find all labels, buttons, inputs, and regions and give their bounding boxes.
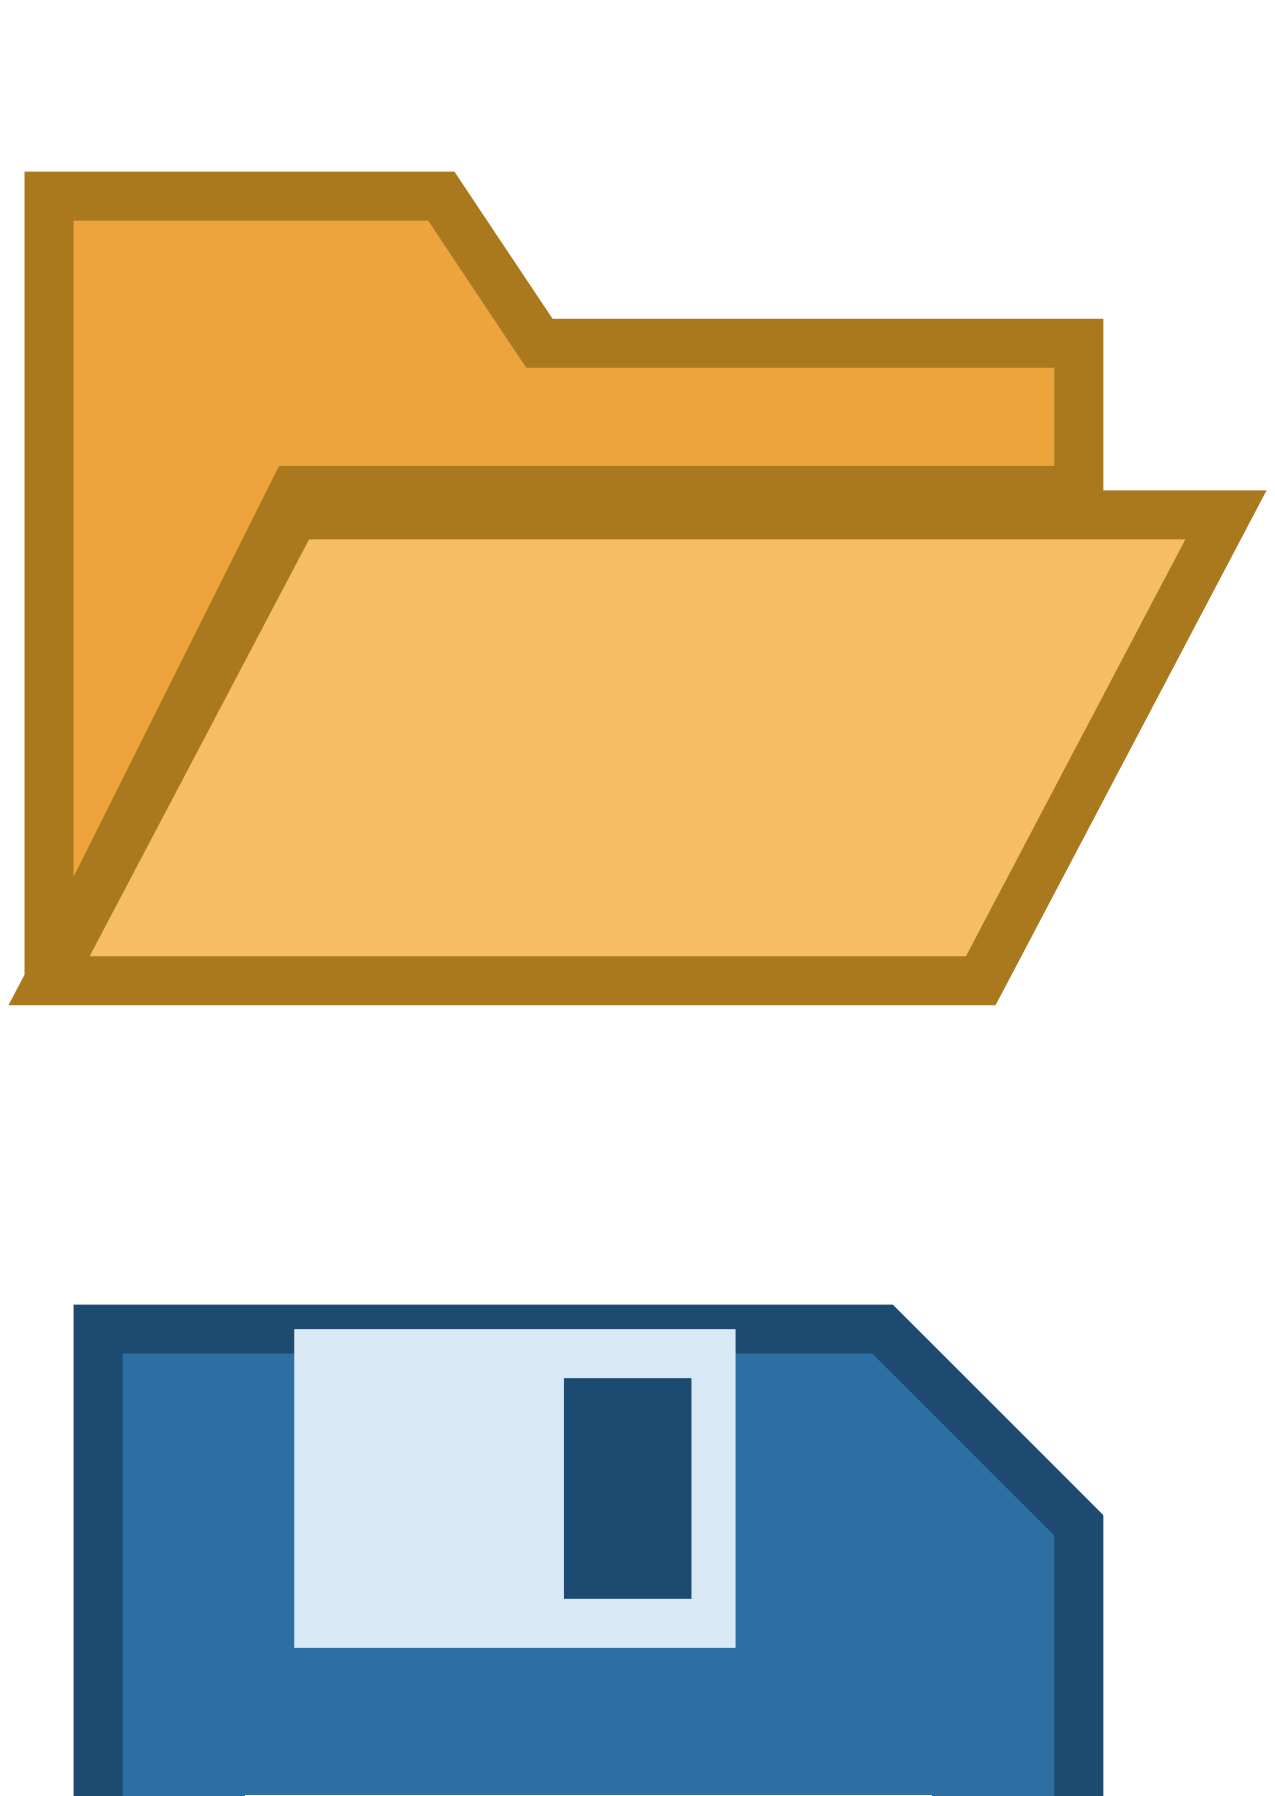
main-toolbar <box>0 0 1275 1796</box>
save-button[interactable] <box>0 1182 1275 1796</box>
open-button[interactable] <box>0 0 1275 1182</box>
open-icon <box>0 0 1275 1177</box>
save-icon <box>0 1182 1275 1796</box>
toolbar-icon-groups <box>0 0 1275 1796</box>
